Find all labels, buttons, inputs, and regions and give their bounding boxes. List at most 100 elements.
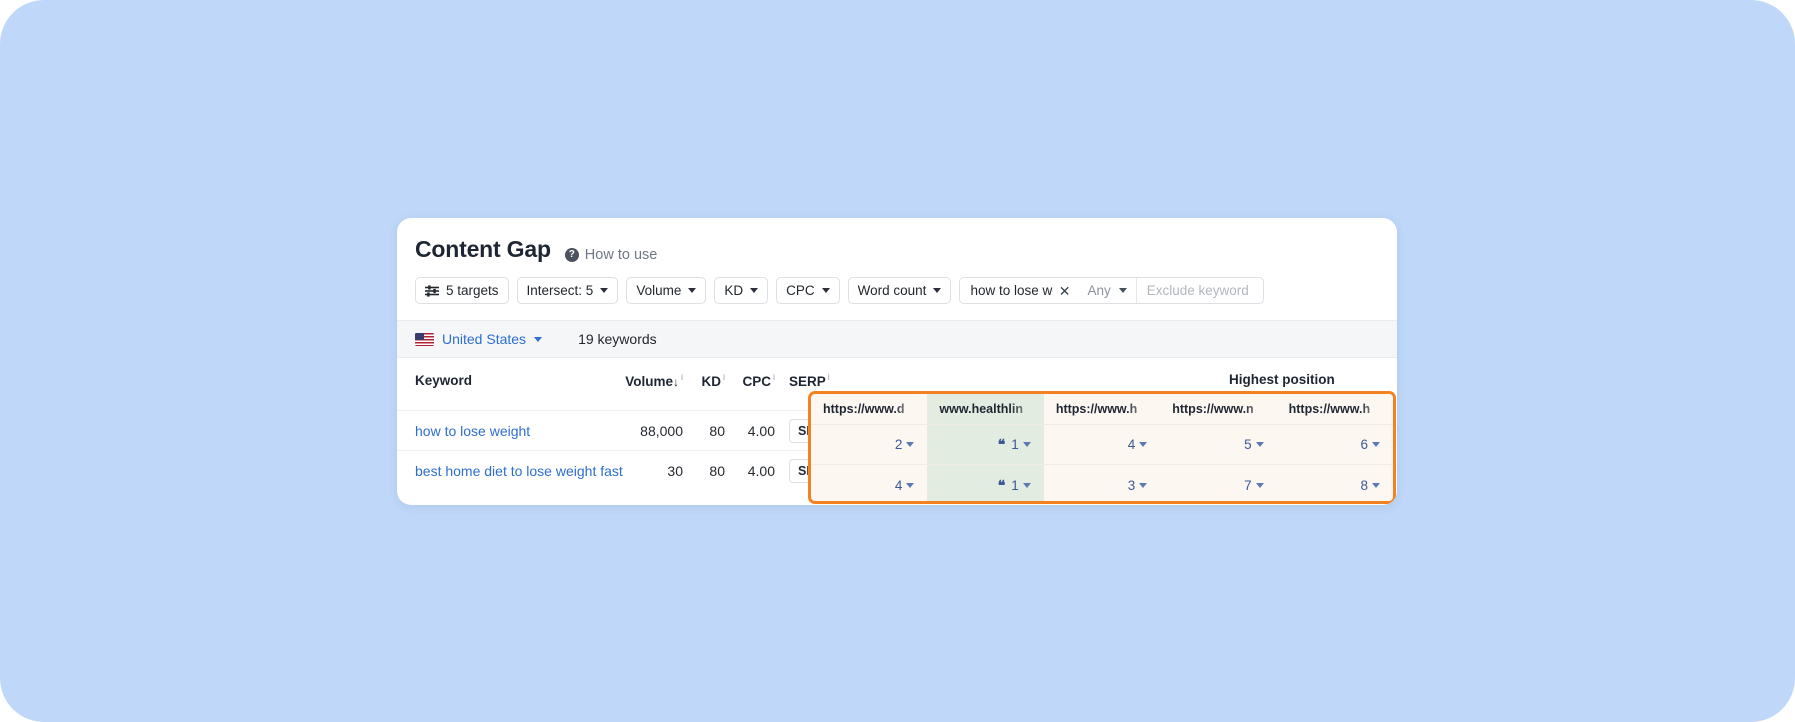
position-cell[interactable]: 6	[1277, 425, 1393, 464]
page-title: Content Gap	[415, 236, 551, 263]
header-volume-label: Volume	[625, 374, 673, 389]
country-strip: United States 19 keywords	[397, 320, 1397, 358]
chevron-down-icon	[1139, 483, 1147, 488]
position-cell[interactable]: 2	[811, 425, 927, 464]
intersect-dropdown[interactable]: Intersect: 5	[517, 277, 619, 304]
chevron-down-icon	[906, 442, 914, 447]
competitor-url-header[interactable]: https://www.h	[1044, 394, 1160, 424]
how-to-use-link[interactable]: ? How to use	[565, 247, 658, 263]
featured-snippet-icon: ❝	[998, 477, 1005, 494]
competitor-url-header[interactable]: www.healthlin	[927, 394, 1043, 424]
kd-filter-dropdown[interactable]: KD	[714, 277, 768, 304]
keyword-link[interactable]: how to lose weight	[415, 423, 530, 439]
kd-value: 80	[683, 463, 725, 479]
position-value: 2	[895, 437, 903, 452]
competitor-url-header[interactable]: https://www.d	[811, 394, 927, 424]
chevron-down-icon	[822, 288, 830, 293]
cpc-value: 4.00	[725, 423, 775, 439]
position-value: 4	[895, 478, 903, 493]
info-icon[interactable]: i	[828, 372, 830, 382]
competitor-url-header[interactable]: https://www.n	[1160, 394, 1276, 424]
chevron-down-icon	[534, 337, 542, 342]
card-header: Content Gap ? How to use	[397, 218, 1397, 304]
position-cell[interactable]: 7	[1160, 465, 1276, 504]
country-selector[interactable]: United States	[415, 331, 542, 347]
header-keyword-label: Keyword	[415, 373, 472, 388]
volume-value: 30	[597, 463, 683, 479]
position-value: 5	[1244, 437, 1252, 452]
kd-filter-label: KD	[724, 283, 743, 298]
position-value: 3	[1128, 478, 1136, 493]
how-to-use-label: How to use	[585, 247, 658, 263]
position-cell[interactable]: ❝ 1	[927, 465, 1043, 504]
keyword-link[interactable]: best home diet to lose weight fast	[415, 463, 623, 479]
exclude-keyword-input[interactable]: Exclude keyword	[1137, 278, 1263, 303]
chevron-down-icon	[1256, 483, 1264, 488]
chevron-down-icon	[600, 288, 608, 293]
question-mark-icon: ?	[565, 248, 579, 262]
title-row: Content Gap ? How to use	[415, 236, 1379, 263]
match-mode-dropdown[interactable]: Any	[1078, 278, 1136, 303]
position-row: 4 ❝ 1 3 7	[811, 465, 1393, 504]
chevron-down-icon	[1119, 288, 1127, 293]
match-mode-label: Any	[1087, 283, 1110, 298]
header-keyword-cell[interactable]: Keyword	[397, 372, 597, 390]
position-value: 4	[1128, 437, 1136, 452]
competitor-url-header[interactable]: https://www.h	[1277, 394, 1393, 424]
position-cell[interactable]: 3	[1044, 465, 1160, 504]
word-count-filter-dropdown[interactable]: Word count	[848, 277, 952, 304]
intersect-label: Intersect: 5	[527, 283, 594, 298]
position-value: 1	[1011, 478, 1019, 493]
position-cell[interactable]: 4	[1044, 425, 1160, 464]
chevron-down-icon	[1023, 483, 1031, 488]
us-flag-icon	[415, 333, 434, 346]
chevron-down-icon	[1372, 483, 1380, 488]
targets-button[interactable]: 5 targets	[415, 277, 509, 304]
chevron-down-icon	[1139, 442, 1147, 447]
volume-filter-dropdown[interactable]: Volume	[626, 277, 706, 304]
cpc-filter-label: CPC	[786, 283, 815, 298]
include-keyword-field[interactable]: how to lose weigh ✕	[960, 278, 1078, 303]
kd-value: 80	[683, 423, 725, 439]
chevron-down-icon	[688, 288, 696, 293]
chevron-down-icon	[1256, 442, 1264, 447]
position-cell[interactable]: 5	[1160, 425, 1276, 464]
results-table: Keyword Volume↓i KDi CPCi SERPi Highest …	[397, 358, 1397, 490]
chevron-down-icon	[1023, 442, 1031, 447]
chevron-down-icon	[750, 288, 758, 293]
keyword-filter-group: how to lose weigh ✕ Any Exclude keyword	[959, 277, 1263, 304]
position-cell[interactable]: 4	[811, 465, 927, 504]
header-serp-label: SERP	[789, 374, 826, 389]
targets-label: 5 targets	[446, 283, 499, 298]
include-keyword-value: how to lose weigh	[970, 283, 1052, 298]
highest-position-label: Highest position	[1229, 372, 1335, 387]
position-row: 2 ❝ 1 4 5	[811, 425, 1393, 465]
competitor-url-header-row: https://www.d www.healthlin https://www.…	[811, 394, 1393, 425]
featured-snippet-icon: ❝	[998, 436, 1005, 453]
chevron-down-icon	[1372, 442, 1380, 447]
highest-position-highlight-box: https://www.d www.healthlin https://www.…	[808, 391, 1396, 504]
header-serp-cell[interactable]: SERPi	[775, 372, 841, 391]
sort-descending-icon: ↓	[673, 375, 679, 389]
position-value: 6	[1361, 437, 1369, 452]
position-value: 8	[1361, 478, 1369, 493]
country-name: United States	[442, 331, 526, 347]
volume-value: 88,000	[597, 423, 683, 439]
chevron-down-icon	[933, 288, 941, 293]
sliders-icon	[425, 285, 439, 297]
header-cpc-cell[interactable]: CPCi	[725, 372, 775, 391]
chevron-down-icon	[906, 483, 914, 488]
header-cpc-label: CPC	[742, 374, 771, 389]
word-count-filter-label: Word count	[858, 283, 927, 298]
position-cell[interactable]: ❝ 1	[927, 425, 1043, 464]
position-cell[interactable]: 8	[1277, 465, 1393, 504]
position-value: 1	[1011, 437, 1019, 452]
header-kd-cell[interactable]: KDi	[683, 372, 725, 391]
cpc-filter-dropdown[interactable]: CPC	[776, 277, 840, 304]
keyword-count: 19 keywords	[578, 331, 657, 347]
header-volume-cell[interactable]: Volume↓i	[597, 372, 683, 391]
clear-keyword-icon[interactable]: ✕	[1059, 284, 1071, 298]
page-frame: Content Gap ? How to use	[0, 0, 1795, 722]
cpc-value: 4.00	[725, 463, 775, 479]
content-gap-card: Content Gap ? How to use	[397, 218, 1397, 505]
